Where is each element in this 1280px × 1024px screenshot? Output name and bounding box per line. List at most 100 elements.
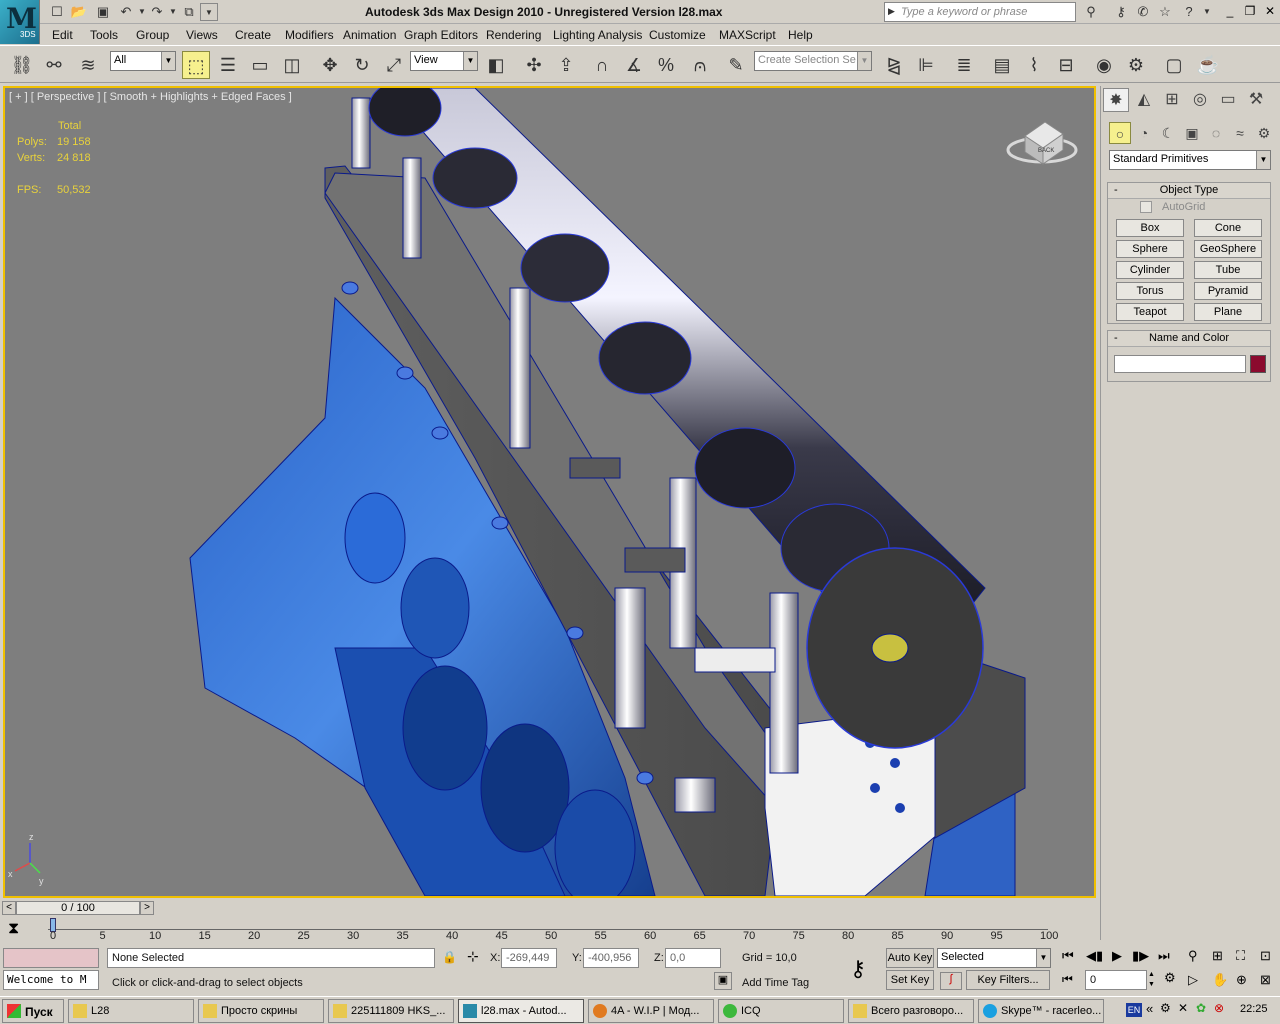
maxscript-mini-listener-macro[interactable] [3, 948, 99, 968]
menu-rendering[interactable]: Rendering [486, 28, 541, 42]
current-frame-input[interactable]: 0 [1085, 970, 1147, 990]
restore-icon[interactable]: ❐ [1242, 3, 1258, 19]
cone-button[interactable]: Cone [1194, 219, 1262, 237]
menu-maxscript[interactable]: MAXScript [719, 28, 776, 42]
tray-network-icon[interactable]: ⚙ [1160, 1001, 1171, 1015]
hierarchy-tab-icon[interactable]: ⊞ [1159, 88, 1185, 112]
graphite-modeling-tools-icon[interactable]: ▤ [988, 51, 1016, 79]
open-file-icon[interactable]: 📂 [70, 3, 88, 21]
go-to-end-icon[interactable]: ⏭ [1158, 948, 1170, 964]
select-by-name-icon[interactable]: ☰ [214, 51, 242, 79]
taskbar-item-icq[interactable]: ICQ [718, 999, 844, 1023]
start-button[interactable]: Пуск [2, 999, 64, 1023]
quick-access-dropdown-icon[interactable]: ▼ [200, 3, 218, 21]
zoom-extents-icon[interactable]: ⛶ [1236, 948, 1245, 964]
cylinder-button[interactable]: Cylinder [1116, 261, 1184, 279]
sphere-button[interactable]: Sphere [1116, 240, 1184, 258]
close-icon[interactable]: ✕ [1262, 3, 1278, 19]
create-tab-icon[interactable]: ✸ [1103, 88, 1129, 112]
utilities-tab-icon[interactable]: ⚒ [1243, 88, 1269, 112]
object-type-rollout-header[interactable]: - Object Type [1108, 183, 1270, 199]
go-to-start-icon[interactable]: ⏮ [1062, 948, 1074, 964]
rectangular-selection-icon[interactable]: ▭ [246, 51, 274, 79]
menu-group[interactable]: Group [136, 28, 169, 42]
spinner-snap-icon[interactable]: ⩀ [686, 51, 714, 79]
select-and-scale-icon[interactable]: ⤢ [380, 51, 408, 79]
menu-views[interactable]: Views [186, 28, 218, 42]
binoculars-search-icon[interactable]: ⚲ [1082, 3, 1100, 21]
help-icon[interactable]: ? [1180, 3, 1198, 21]
keyboard-shortcut-override-icon[interactable]: ⇪ [552, 51, 580, 79]
layer-manager-icon[interactable]: ≣ [950, 51, 978, 79]
angle-snap-icon[interactable]: ∡ [620, 51, 648, 79]
communication-icon[interactable]: ✆ [1134, 3, 1152, 21]
geosphere-button[interactable]: GeoSphere [1194, 240, 1262, 258]
tray-icq-icon[interactable]: ✿ [1196, 1001, 1206, 1015]
search-expand-icon[interactable]: ▶ [888, 6, 895, 17]
select-and-rotate-icon[interactable]: ↻ [348, 51, 376, 79]
torus-button[interactable]: Torus [1116, 282, 1184, 300]
taskbar-item-3dsmax[interactable]: l28.max - Autod... [458, 999, 584, 1023]
open-mini-curve-editor-icon[interactable]: ⧗ [8, 920, 19, 938]
reference-coordinate-dropdown[interactable]: View ▼ [410, 51, 478, 71]
display-tab-icon[interactable]: ▭ [1215, 88, 1241, 112]
tray-antivirus-icon[interactable]: ⊗ [1214, 1001, 1224, 1015]
app-menu-button[interactable]: M 3DS [0, 0, 40, 44]
taskbar-item-skype[interactable]: Skype™ - racerleo... [978, 999, 1104, 1023]
menu-help[interactable]: Help [788, 28, 813, 42]
plane-button[interactable]: Plane [1194, 303, 1262, 321]
default-in-out-tangents-icon[interactable]: ∫ [940, 972, 962, 990]
pyramid-button[interactable]: Pyramid [1194, 282, 1262, 300]
help-dropdown-icon[interactable]: ▼ [1198, 3, 1216, 21]
orbit-icon[interactable]: ⊕ [1236, 972, 1247, 988]
frame-spinner-icon[interactable]: ▲ ▼ [1148, 970, 1158, 990]
z-coordinate-input[interactable]: 0,0 [665, 948, 721, 968]
time-slider-thumb[interactable]: 0 / 100 [16, 901, 140, 915]
favorites-star-icon[interactable]: ☆ [1156, 3, 1174, 21]
project-folder-icon[interactable]: ⧉ [180, 3, 198, 21]
primitive-category-dropdown[interactable]: Standard Primitives ▼ [1109, 150, 1271, 170]
material-editor-icon[interactable]: ◉ [1090, 51, 1118, 79]
perspective-viewport[interactable]: BACK z x y [ + ] [ Perspective ] [ Smoot… [3, 86, 1096, 898]
geometry-category-icon[interactable]: ○ [1109, 122, 1131, 144]
taskbar-item-l28[interactable]: L28 [68, 999, 194, 1023]
render-production-icon[interactable]: ☕ [1194, 51, 1222, 79]
zoom-icon[interactable]: ⚲ [1188, 948, 1198, 964]
object-color-swatch[interactable] [1250, 355, 1266, 373]
zoom-all-icon[interactable]: ⊞ [1212, 948, 1223, 964]
time-slider[interactable]: < 0 / 100 > [0, 900, 1100, 916]
trackbar[interactable]: ⧗ 0 5 10 15 20 25 30 35 40 45 50 55 60 65 70 75 80 85 90 95… [0, 916, 1100, 944]
render-setup-icon[interactable]: ⚙ [1122, 51, 1150, 79]
window-crossing-icon[interactable]: ◫ [278, 51, 306, 79]
tray-speaker-icon[interactable]: ✕ [1178, 1001, 1188, 1015]
named-selection-sets-dropdown[interactable]: Create Selection Se ▼ [754, 51, 872, 71]
viewport-label-menu[interactable]: [ + ] [ Perspective ] [ Smooth + Highlig… [9, 91, 292, 103]
selection-lock-icon[interactable]: 🔒 [442, 950, 457, 964]
trackbar-ruler[interactable] [48, 916, 1048, 932]
selection-filter-dropdown[interactable]: All ▼ [110, 51, 176, 71]
new-file-icon[interactable]: ☐ [48, 3, 66, 21]
select-and-manipulate-icon[interactable]: ✣ [520, 51, 548, 79]
add-time-tag-button[interactable]: Add Time Tag [742, 977, 809, 989]
menu-animation[interactable]: Animation [343, 28, 396, 42]
cameras-category-icon[interactable]: ▣ [1181, 122, 1203, 144]
select-and-move-icon[interactable]: ✥ [316, 51, 344, 79]
menu-edit[interactable]: Edit [52, 28, 73, 42]
zoom-extents-all-icon[interactable]: ⊡ [1260, 948, 1271, 964]
taskbar-item-screenshots[interactable]: Просто скрины [198, 999, 324, 1023]
select-and-link-icon[interactable]: ⛓ [8, 51, 36, 79]
taskbar-item-chat[interactable]: Всего разговоро... [848, 999, 974, 1023]
space-warps-category-icon[interactable]: ≈ [1229, 122, 1251, 144]
play-icon[interactable]: ▶ [1112, 948, 1122, 964]
select-object-icon[interactable]: ⬚ [182, 51, 210, 79]
systems-category-icon[interactable]: ⚙ [1253, 122, 1275, 144]
previous-frame-icon[interactable]: ◀▮ [1086, 948, 1103, 964]
set-key-button[interactable]: Set Key [886, 970, 934, 990]
lights-category-icon[interactable]: ☾ [1157, 122, 1179, 144]
save-file-icon[interactable]: ▣ [94, 3, 112, 21]
pan-view-icon[interactable]: ✋ [1212, 972, 1228, 988]
show-hidden-icons-icon[interactable]: « [1146, 1001, 1153, 1016]
modify-tab-icon[interactable]: ◭ [1131, 88, 1157, 112]
unlink-selection-icon[interactable]: ⚯ [40, 51, 68, 79]
menu-graph-editors[interactable]: Graph Editors [404, 28, 478, 42]
